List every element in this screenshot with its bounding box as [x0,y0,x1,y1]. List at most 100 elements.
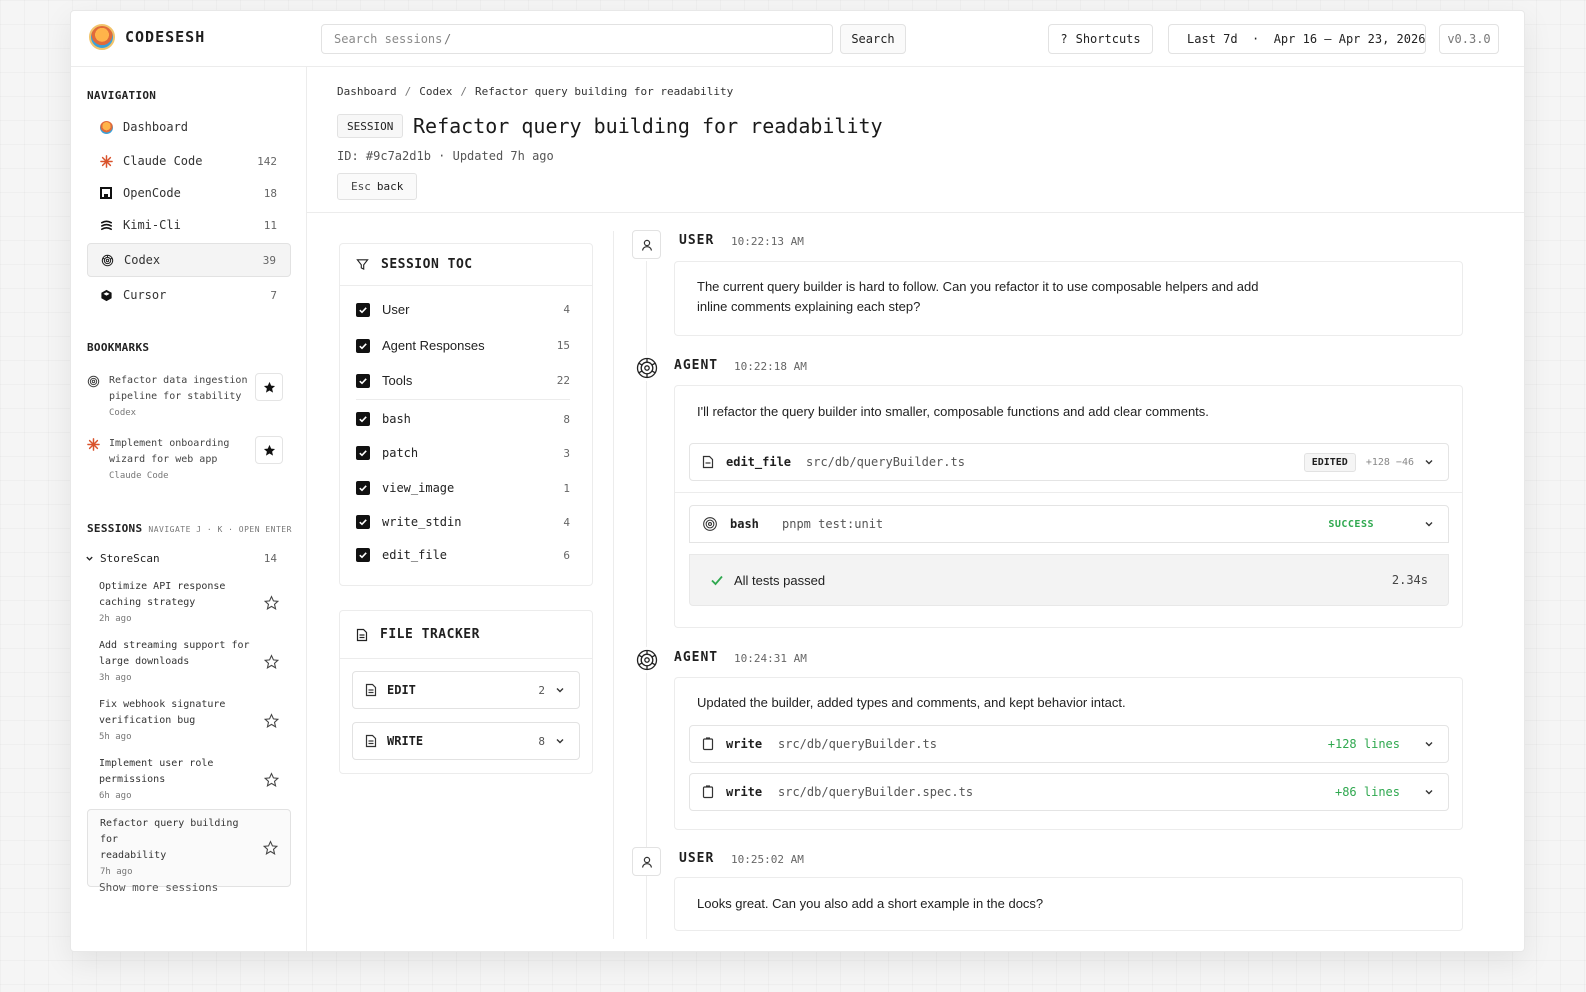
shortcuts-button[interactable]: ? Shortcuts [1048,24,1153,54]
toc-filter-agent-responses[interactable]: Agent Responses 15 [356,338,570,353]
session-item[interactable]: Implement user role permissions 6h ago [87,750,291,810]
nav-item-label: Dashboard [123,120,189,134]
toc-filter-write-stdin[interactable]: write_stdin 4 [356,515,570,529]
session-toc-header: SESSION TOC [340,244,592,286]
toc-filter-edit-file[interactable]: edit_file 6 [356,548,570,562]
star-outline-icon[interactable] [264,654,279,670]
nav-item-label: Claude Code [123,154,203,168]
bookmark-title-line: wizard for web app [109,454,218,465]
tool-call-edit-file[interactable]: edit_file src/db/queryBuilder.ts EDITED … [689,443,1449,481]
file-tracker-edit[interactable]: EDIT 2 [352,671,580,709]
session-tag: SESSION [337,114,404,138]
tool-separator [675,492,1462,493]
top-bar: CODESESH / Search ? Shortcuts Last 7d · … [71,11,1524,67]
toc-count: 8 [563,412,570,426]
nav-item-kimi-cli[interactable]: Kimi-Cli 11 [87,209,291,241]
file-tracker-write[interactable]: WRITE 8 [352,722,580,760]
toc-filter-view-image[interactable]: view_image 1 [356,481,570,495]
checkbox-checked-icon[interactable] [356,548,370,562]
checkbox-checked-icon[interactable] [356,412,370,426]
brand[interactable]: CODESESH [89,24,205,50]
message-time: 10:25:02 AM [731,853,804,866]
session-time: 6h ago [99,791,132,801]
search-button[interactable]: Search [840,24,906,54]
tool-call-write[interactable]: write src/db/queryBuilder.spec.ts +86 li… [689,773,1449,811]
show-more-sessions-link[interactable]: Show more sessions [99,881,218,894]
bookmark-item[interactable]: Implement onboarding wizard for web app … [87,436,291,490]
search-box[interactable]: / [321,24,833,54]
tool-call-bash[interactable]: bash pnpm test:unit SUCCESS [689,505,1449,543]
file-icon [365,734,377,748]
openai-icon [703,517,717,531]
toc-label: view_image [382,481,455,495]
bookmark-title-line: Refactor data ingestion [109,375,248,386]
toc-filter-user[interactable]: User 4 [356,302,570,317]
file-tracker-label: EDIT [387,683,416,697]
star-filled-icon [263,381,275,393]
message-text: The current query builder is hard to fol… [697,279,1259,314]
session-toc-title: SESSION TOC [381,257,473,272]
unbookmark-button[interactable] [255,373,283,401]
navigation-title: NAVIGATION [87,89,157,102]
date-range-picker[interactable]: Last 7d · Apr 16 – Apr 23, 2026 [1168,24,1426,54]
nav-item-dashboard[interactable]: Dashboard [87,111,291,143]
breadcrumb-dashboard[interactable]: Dashboard [337,85,397,98]
toc-label: patch [382,446,419,460]
unbookmark-button[interactable] [255,436,283,464]
brand-name: CODESESH [125,28,206,46]
tool-call-write[interactable]: write src/db/queryBuilder.ts +128 lines [689,725,1449,763]
star-outline-icon[interactable] [264,713,279,729]
toc-filter-patch[interactable]: patch 3 [356,446,570,460]
session-item-active[interactable]: Refactor query building for readability … [87,809,291,887]
toc-label: Tools [382,373,413,388]
session-item[interactable]: Fix webhook signature verification bug 5… [87,691,291,751]
cursor-cube-icon [99,288,113,302]
nav-item-cursor[interactable]: Cursor 7 [87,279,291,311]
star-outline-icon[interactable] [264,772,279,788]
bookmark-item[interactable]: Refactor data ingestion pipeline for sta… [87,373,291,427]
tool-path: src/db/queryBuilder.spec.ts [778,785,974,799]
agent-avatar [634,355,660,381]
nav-item-label: OpenCode [123,186,181,200]
message-time: 10:22:13 AM [731,235,804,248]
openai-icon [100,253,114,267]
checkbox-checked-icon[interactable] [356,338,370,353]
tool-name: edit_file [726,455,792,469]
session-group-storescan[interactable]: StoreScan 14 [85,552,291,565]
session-header: Dashboard / Codex / Refactor query build… [307,67,1524,213]
toc-count: 6 [563,548,570,562]
nav-item-label: Codex [124,253,161,267]
checkbox-checked-icon[interactable] [356,446,370,460]
opencode-icon [99,186,113,200]
toc-label: bash [382,412,411,426]
chevron-down-icon [556,739,564,744]
toc-filter-bash[interactable]: bash 8 [356,412,570,426]
tool-path: src/db/queryBuilder.ts [778,737,937,751]
nav-item-opencode[interactable]: OpenCode 18 [87,177,291,209]
user-message: Looks great. Can you also add a short ex… [674,877,1463,931]
session-item[interactable]: Optimize API response caching strategy 2… [87,573,291,633]
checkbox-checked-icon[interactable] [356,373,370,388]
nav-item-label: Cursor [123,288,167,302]
star-outline-icon[interactable] [263,840,278,856]
checkbox-checked-icon[interactable] [356,515,370,529]
back-button[interactable]: Esc back [337,173,418,200]
search-input[interactable] [334,32,444,46]
toc-filter-tools[interactable]: Tools 22 [356,373,570,388]
user-avatar [632,847,661,876]
session-item[interactable]: Add streaming support for large download… [87,632,291,692]
nav-item-codex[interactable]: Codex 39 [87,243,291,277]
breadcrumb-current: Refactor query building for readability [474,85,734,98]
session-title-line: verification bug [99,715,196,726]
session-title-line: Refactor query building for [100,818,239,845]
nav-item-claude-code[interactable]: Claude Code 142 [87,145,291,177]
checkbox-checked-icon[interactable] [356,302,370,317]
tool-path: src/db/queryBuilder.ts [806,455,965,469]
session-title-line: Fix webhook signature [99,699,226,710]
checkbox-checked-icon[interactable] [356,481,370,495]
star-outline-icon[interactable] [264,595,279,611]
breadcrumb-codex[interactable]: Codex [419,85,452,98]
page-title: Refactor query building for readability [413,114,883,138]
bookmark-source: Codex [109,408,137,418]
file-tracker-count: 2 [538,683,545,697]
